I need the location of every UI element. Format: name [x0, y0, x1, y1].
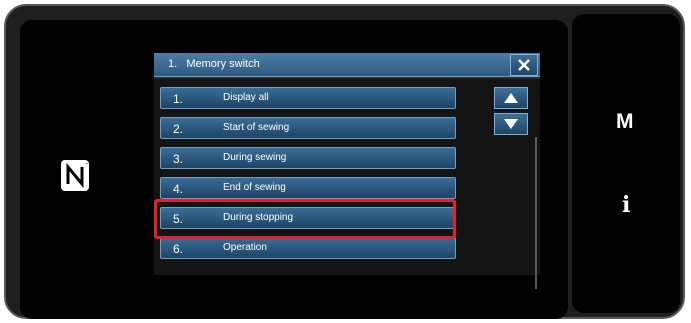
menu-item-number: 2.: [173, 122, 184, 136]
menu-item-number: 3.: [173, 152, 184, 166]
close-button[interactable]: [510, 54, 538, 76]
scroll-up-button[interactable]: [494, 87, 528, 109]
menu-list: 1. Display all 2. Start of sewing 3. Dur…: [154, 79, 540, 289]
menu-item-number: 4.: [173, 182, 184, 196]
svg-text:™: ™: [85, 162, 89, 167]
menu-item-during-sewing[interactable]: 3. During sewing: [160, 147, 456, 169]
side-key-panel: M i: [572, 14, 680, 313]
dialog-title: 1. Memory switch: [168, 58, 260, 70]
menu-item-label: End of sewing: [223, 182, 286, 193]
info-key-button[interactable]: i: [622, 192, 630, 218]
memory-switch-dialog: 1. Memory switch 1. Display all 2. Start…: [154, 53, 540, 289]
scroll-down-button[interactable]: [494, 113, 528, 135]
menu-item-end-of-sewing[interactable]: 4. End of sewing: [160, 177, 456, 199]
dialog-titlebar: 1. Memory switch: [154, 53, 540, 77]
menu-item-label: Operation: [223, 242, 267, 253]
menu-item-label: Start of sewing: [223, 122, 290, 133]
menu-item-display-all[interactable]: 1. Display all: [160, 87, 456, 109]
menu-item-number: 6.: [173, 242, 184, 256]
m-key-button[interactable]: M: [616, 110, 634, 134]
menu-item-number: 1.: [173, 92, 184, 106]
menu-item-label: During sewing: [223, 152, 287, 163]
selection-highlight: [154, 199, 456, 239]
triangle-down-icon: [504, 119, 518, 129]
device-bezel: ™ 1. Memory switch 1. Display all 2. Sta…: [4, 4, 685, 319]
scrollbar-track[interactable]: [535, 137, 537, 289]
nfc-icon: ™: [61, 160, 89, 191]
menu-item-start-of-sewing[interactable]: 2. Start of sewing: [160, 117, 456, 139]
touch-screen: ™ 1. Memory switch 1. Display all 2. Sta…: [20, 20, 568, 319]
menu-item-operation[interactable]: 6. Operation: [160, 237, 456, 259]
menu-item-label: Display all: [223, 92, 269, 103]
close-icon: [518, 59, 530, 71]
triangle-up-icon: [504, 93, 518, 103]
